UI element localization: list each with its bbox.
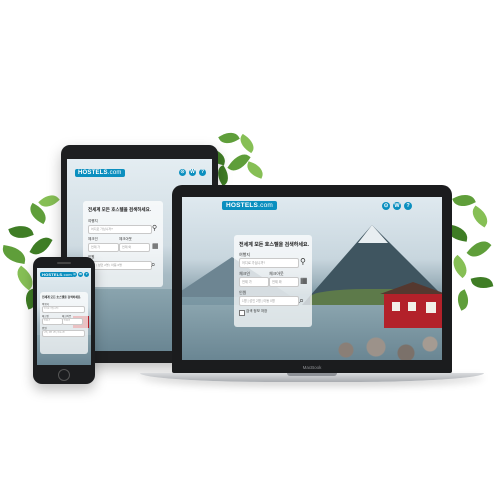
remember-label: 검색 정보 저장 bbox=[246, 309, 268, 313]
cabin-roof bbox=[380, 282, 442, 294]
mountain-snow bbox=[358, 225, 388, 243]
remember-checkbox[interactable] bbox=[239, 310, 245, 316]
globe-icon[interactable]: W bbox=[78, 272, 83, 277]
destination-label: 여행지 bbox=[88, 219, 98, 223]
brand-logo[interactable]: HOSTELS.com bbox=[222, 201, 277, 210]
checkin-input[interactable]: 언제 가 bbox=[239, 277, 269, 287]
search-icon[interactable]: ⌕ bbox=[299, 295, 304, 306]
guests-select[interactable]: 1명 | 성인 2명 | 아동 0명 bbox=[88, 261, 152, 270]
help-icon[interactable]: ? bbox=[84, 272, 89, 277]
currency-icon[interactable]: ⊙ bbox=[382, 202, 390, 210]
search-headline: 전세계 모든 호스텔을 검색하세요. bbox=[42, 295, 82, 299]
phone-device: HOSTELS.com ⊙ W ? 전세계 모든 호스텔을 검색하세요. 여행지… bbox=[33, 257, 95, 384]
checkin-input[interactable]: 언제 가 bbox=[88, 243, 119, 252]
brand-logo[interactable]: HOSTELS.com bbox=[75, 169, 125, 177]
top-nav: ⊙ W ? bbox=[382, 202, 412, 210]
help-icon[interactable]: ? bbox=[199, 169, 206, 176]
guests-select[interactable]: 1명 | 성인 2명 | 아동 0명 bbox=[239, 296, 299, 306]
search-headline: 전세계 모든 호스텔을 검색하세요. bbox=[88, 207, 151, 212]
location-pin-icon: ⚲ bbox=[300, 257, 306, 266]
checkout-label: 체크아웃 bbox=[119, 237, 132, 241]
top-nav: ⊙ W ? bbox=[179, 169, 206, 176]
checkout-input[interactable]: 언제 와 bbox=[119, 243, 150, 252]
location-pin-icon: ⚲ bbox=[152, 225, 158, 232]
laptop-notch bbox=[287, 373, 337, 376]
red-cabin bbox=[384, 294, 442, 328]
calendar-icon: ▦ bbox=[300, 276, 308, 285]
checkout-input[interactable]: 언제 와 bbox=[269, 277, 299, 287]
globe-icon[interactable]: W bbox=[189, 169, 196, 176]
phone-home-button[interactable] bbox=[58, 369, 70, 381]
search-panel: 전세계 모든 호스텔을 검색하세요. 여행지 어디로 가십니까? ⚲ 체크인 체… bbox=[83, 201, 163, 287]
phone-screen: HOSTELS.com ⊙ W ? 전세계 모든 호스텔을 검색하세요. 여행지… bbox=[37, 268, 91, 365]
guests-select[interactable]: 1명 | 성인 2명 | 아동 0명 bbox=[42, 330, 85, 337]
currency-icon[interactable]: ⊙ bbox=[179, 169, 186, 176]
laptop-base bbox=[140, 373, 484, 382]
laptop-screen: HOSTELS.com ⊙ W ? 전세계 모든 호스텔을 검색하세요. 여행지… bbox=[182, 197, 442, 360]
search-headline: 전세계 모든 호스텔을 검색하세요. bbox=[239, 242, 309, 248]
checkin-label: 체크인 bbox=[88, 237, 98, 241]
phone-speaker bbox=[57, 262, 71, 264]
rocks bbox=[322, 332, 442, 360]
search-icon[interactable]: ⌕ bbox=[151, 260, 155, 270]
globe-icon[interactable]: W bbox=[393, 202, 401, 210]
brand-logo[interactable]: HOSTELS.com bbox=[40, 272, 74, 277]
currency-icon[interactable]: ⊙ bbox=[72, 272, 77, 277]
destination-input[interactable]: 어디로 가십니까? bbox=[239, 258, 299, 268]
destination-input[interactable]: 어디로 가십니까? bbox=[42, 306, 85, 313]
laptop-device: HOSTELS.com ⊙ W ? 전세계 모든 호스텔을 검색하세요. 여행지… bbox=[172, 185, 452, 373]
checkout-input[interactable]: 언제 와 bbox=[62, 318, 83, 325]
search-panel: 전세계 모든 호스텔을 검색하세요. 여행지 어디로 가십니까? ⚲ 체크인 체… bbox=[234, 235, 312, 327]
search-panel: 전세계 모든 호스텔을 검색하세요. 여행지 어디로 가십니까? 체크인 체크아… bbox=[40, 292, 88, 354]
calendar-icon: ▦ bbox=[152, 243, 159, 250]
destination-input[interactable]: 어디로 가십니까? bbox=[88, 225, 152, 234]
top-nav: ⊙ W ? bbox=[72, 272, 89, 277]
help-icon[interactable]: ? bbox=[404, 202, 412, 210]
checkin-input[interactable]: 언제 가 bbox=[42, 318, 63, 325]
laptop-model-label: MacBook bbox=[302, 365, 322, 370]
